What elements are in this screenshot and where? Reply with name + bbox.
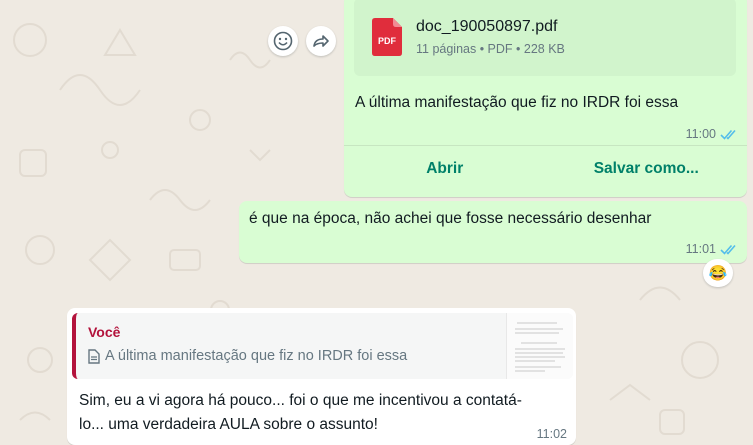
outgoing-message-document: PDF doc_190050897.pdf 11 páginas • PDF •… [344, 0, 747, 197]
document-meta: 11 páginas • PDF • 228 KB [416, 42, 565, 56]
message-text: é que na época, não achei que fosse nece… [249, 210, 652, 227]
message-meta: 11:01 [686, 242, 738, 256]
quote-author: Você [88, 324, 121, 340]
emoji-icon [273, 31, 293, 51]
message-time: 11:02 [536, 427, 567, 441]
quote-text: A última manifestação que fiz no IRDR fo… [105, 348, 408, 364]
tears-of-joy-emoji: 😂 [708, 265, 728, 282]
document-thumbnail [506, 313, 573, 379]
double-check-read-icon [720, 244, 736, 255]
message-reaction[interactable]: 😂 [703, 259, 733, 287]
forward-button[interactable] [306, 26, 336, 56]
react-button[interactable] [268, 26, 298, 56]
document-attachment[interactable]: PDF doc_190050897.pdf 11 páginas • PDF •… [354, 0, 736, 76]
message-time: 11:00 [685, 127, 716, 141]
message-text-line-1: Sim, eu a vi agora há pouco... foi o que… [79, 392, 522, 409]
double-check-read-icon [720, 129, 736, 140]
message-caption: A última manifestação que fiz no IRDR fo… [355, 94, 679, 111]
pdf-icon: PDF [372, 18, 402, 56]
message-meta: 11:02 [537, 427, 567, 441]
incoming-message-reply: Você A última manifestação que fiz no IR… [67, 308, 576, 445]
message-text-line-2: lo... uma verdadeira AULA sobre o assunt… [79, 416, 378, 433]
message-time: 11:01 [685, 242, 716, 256]
forward-icon [313, 35, 329, 47]
document-actions: Abrir Salvar como... [344, 145, 747, 192]
open-button[interactable]: Abrir [344, 146, 546, 192]
document-icon [88, 348, 100, 364]
document-file-name: doc_190050897.pdf [416, 18, 558, 35]
save-as-button[interactable]: Salvar como... [546, 146, 748, 192]
outgoing-message-text: é que na época, não achei que fosse nece… [239, 201, 747, 263]
pdf-icon-label: PDF [378, 36, 396, 46]
message-meta: 11:00 [686, 127, 738, 141]
quoted-message[interactable]: Você A última manifestação que fiz no IR… [72, 313, 573, 379]
